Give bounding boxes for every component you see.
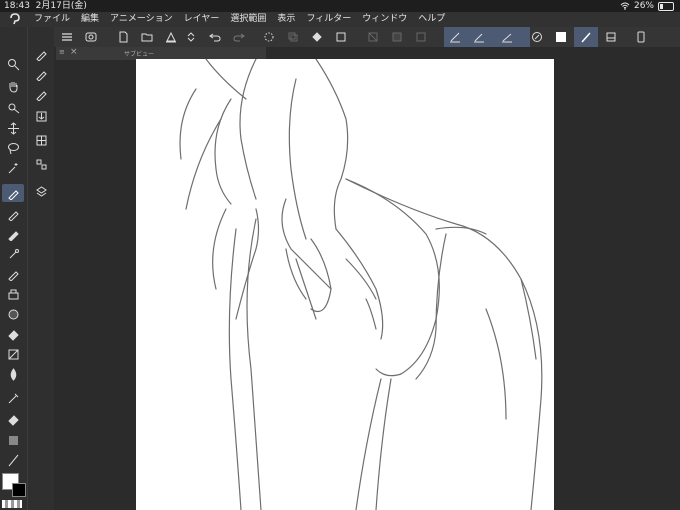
crop-icon[interactable] [332,29,350,45]
blend-icon[interactable] [2,285,24,303]
line-tool-icon[interactable] [498,29,516,45]
copy-icon[interactable] [284,29,302,45]
zoom-icon[interactable] [2,55,24,73]
smartphone-icon[interactable] [632,29,650,45]
sub-tool-brush-icon[interactable] [30,65,52,83]
new-file-icon[interactable] [114,29,132,45]
selection-mask-icon[interactable] [412,29,430,45]
status-right: 26% [620,0,674,12]
clip-studio-logo-icon[interactable] [9,13,21,25]
battery-level [660,3,664,9]
menu-item[interactable]: 編集 [81,12,99,27]
loading-icon[interactable] [260,29,278,45]
ruler-pen-icon[interactable] [446,29,464,45]
fill-icon[interactable] [308,29,326,45]
menu-icon[interactable] [58,29,76,45]
menu-item[interactable]: 選択範囲 [230,12,266,27]
main-color-swatch[interactable] [552,29,570,45]
subview-title: サブビュー [124,51,155,58]
figure-icon[interactable] [2,365,24,383]
wifi-icon [620,2,630,10]
hand-icon[interactable] [2,77,24,95]
deselect-icon[interactable] [364,29,382,45]
magic-wand-icon[interactable] [2,159,24,177]
sub-tool-marker-icon[interactable] [30,85,52,103]
sketch-artwork [179,59,543,510]
layout-icon[interactable] [30,155,52,173]
sub-color[interactable] [12,483,26,497]
fill-tool-icon[interactable] [2,325,24,343]
menu-item[interactable]: フィルター [306,12,351,27]
invert-selection-icon[interactable] [388,29,406,45]
undo-icon[interactable] [206,29,224,45]
stepper-icon[interactable] [182,29,200,45]
subview-grip-icon[interactable]: ≡ [59,48,65,56]
eyedropper-icon[interactable] [2,389,24,407]
lasso-icon[interactable] [2,139,24,157]
clock: 18:43 [4,1,30,11]
material-icon[interactable] [30,131,52,149]
menu-item[interactable]: ファイル [34,12,70,27]
move-icon[interactable] [2,119,24,137]
gradient-icon[interactable] [2,345,24,363]
ruler-icon[interactable] [2,451,24,469]
sub-tool-pen-icon[interactable] [30,45,52,63]
drawing-canvas[interactable] [136,59,554,510]
menu-item[interactable]: ヘルプ [418,12,445,27]
pen-tool-icon[interactable] [2,184,24,202]
redo-icon[interactable] [230,29,248,45]
menu-item[interactable]: アニメーション [110,12,173,27]
menu-item[interactable]: 表示 [277,12,295,27]
menu-items: ファイル 編集 アニメーション レイヤー 選択範囲 表示 フィルター ウィンドウ ヘルプ [34,12,445,27]
layers-icon[interactable] [30,182,52,200]
stroke-pen-icon[interactable] [470,29,488,45]
layer-icon[interactable] [602,29,620,45]
pencil-icon[interactable] [2,205,24,223]
clip-studio-icon[interactable] [82,29,100,45]
palette-divider [27,27,28,510]
transparent-color[interactable] [2,500,22,508]
menu-item[interactable]: ウィンドウ [362,12,407,27]
battery-percent: 26% [633,1,654,11]
status-time: 18:43 2月17日(金) [4,0,87,12]
brush-icon[interactable] [2,225,24,243]
menu-bar: ファイル 編集 アニメーション レイヤー 選択範囲 表示 フィルター ウィンドウ ヘルプ [0,12,680,27]
save-icon[interactable] [162,29,180,45]
object-select-icon[interactable] [2,99,24,117]
eraser-icon[interactable] [2,305,24,323]
paint-bucket-icon[interactable] [2,411,24,429]
decoration-icon[interactable] [2,265,24,283]
airbrush-icon[interactable] [2,245,24,263]
date: 2月17日(金) [35,1,87,11]
command-bar [54,27,680,47]
subview-close-button[interactable]: × [70,47,78,57]
gradient-fill-icon[interactable] [2,431,24,449]
quick-access-icon[interactable] [528,29,546,45]
pen-icon[interactable] [577,29,595,45]
menu-item[interactable]: レイヤー [184,12,220,27]
open-folder-icon[interactable] [138,29,156,45]
import-icon[interactable] [30,107,52,125]
tool-palette [0,27,54,510]
battery-icon [658,1,674,11]
ios-status-bar: 18:43 2月17日(金) 26% [0,0,680,12]
